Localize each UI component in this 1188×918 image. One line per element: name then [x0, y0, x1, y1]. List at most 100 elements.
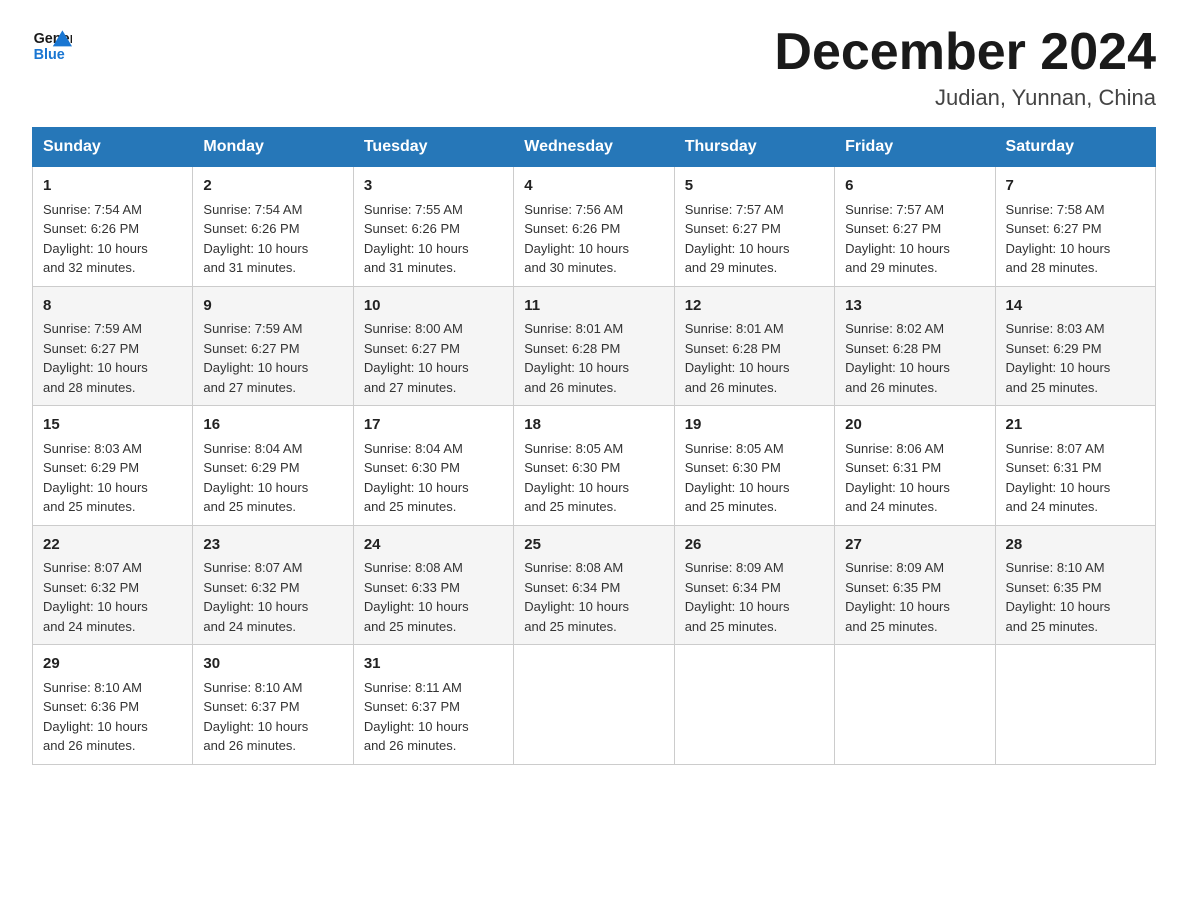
day-info: Sunrise: 8:01 AMSunset: 6:28 PMDaylight:…	[685, 319, 824, 397]
day-number: 9	[203, 295, 342, 318]
calendar-cell: 23Sunrise: 8:07 AMSunset: 6:32 PMDayligh…	[193, 525, 353, 645]
day-number: 29	[43, 653, 182, 676]
day-info: Sunrise: 8:10 AMSunset: 6:37 PMDaylight:…	[203, 678, 342, 756]
day-info: Sunrise: 7:57 AMSunset: 6:27 PMDaylight:…	[845, 200, 984, 278]
calendar-body: 1Sunrise: 7:54 AMSunset: 6:26 PMDaylight…	[33, 167, 1156, 765]
day-number: 19	[685, 414, 824, 437]
day-number: 5	[685, 175, 824, 198]
day-info: Sunrise: 7:57 AMSunset: 6:27 PMDaylight:…	[685, 200, 824, 278]
calendar-cell: 17Sunrise: 8:04 AMSunset: 6:30 PMDayligh…	[353, 406, 513, 526]
day-info: Sunrise: 8:08 AMSunset: 6:33 PMDaylight:…	[364, 558, 503, 636]
calendar-cell: 16Sunrise: 8:04 AMSunset: 6:29 PMDayligh…	[193, 406, 353, 526]
day-number: 1	[43, 175, 182, 198]
day-number: 28	[1006, 534, 1145, 557]
calendar-cell: 21Sunrise: 8:07 AMSunset: 6:31 PMDayligh…	[995, 406, 1155, 526]
day-info: Sunrise: 8:09 AMSunset: 6:34 PMDaylight:…	[685, 558, 824, 636]
day-info: Sunrise: 7:59 AMSunset: 6:27 PMDaylight:…	[203, 319, 342, 397]
day-number: 14	[1006, 295, 1145, 318]
calendar-week-row: 22Sunrise: 8:07 AMSunset: 6:32 PMDayligh…	[33, 525, 1156, 645]
logo-icon: General Blue	[32, 24, 72, 64]
day-info: Sunrise: 8:07 AMSunset: 6:32 PMDaylight:…	[203, 558, 342, 636]
day-number: 3	[364, 175, 503, 198]
calendar-cell: 28Sunrise: 8:10 AMSunset: 6:35 PMDayligh…	[995, 525, 1155, 645]
day-number: 25	[524, 534, 663, 557]
day-number: 17	[364, 414, 503, 437]
calendar-cell: 29Sunrise: 8:10 AMSunset: 6:36 PMDayligh…	[33, 645, 193, 765]
header-saturday: Saturday	[995, 128, 1155, 167]
day-info: Sunrise: 8:02 AMSunset: 6:28 PMDaylight:…	[845, 319, 984, 397]
svg-text:Blue: Blue	[34, 47, 65, 63]
day-number: 10	[364, 295, 503, 318]
calendar-cell: 30Sunrise: 8:10 AMSunset: 6:37 PMDayligh…	[193, 645, 353, 765]
day-number: 13	[845, 295, 984, 318]
day-info: Sunrise: 7:58 AMSunset: 6:27 PMDaylight:…	[1006, 200, 1145, 278]
calendar-cell: 18Sunrise: 8:05 AMSunset: 6:30 PMDayligh…	[514, 406, 674, 526]
calendar-cell: 2Sunrise: 7:54 AMSunset: 6:26 PMDaylight…	[193, 167, 353, 287]
day-info: Sunrise: 8:10 AMSunset: 6:36 PMDaylight:…	[43, 678, 182, 756]
day-number: 27	[845, 534, 984, 557]
day-number: 24	[364, 534, 503, 557]
calendar-cell: 20Sunrise: 8:06 AMSunset: 6:31 PMDayligh…	[835, 406, 995, 526]
day-number: 2	[203, 175, 342, 198]
day-number: 16	[203, 414, 342, 437]
calendar-cell: 3Sunrise: 7:55 AMSunset: 6:26 PMDaylight…	[353, 167, 513, 287]
calendar-cell: 6Sunrise: 7:57 AMSunset: 6:27 PMDaylight…	[835, 167, 995, 287]
calendar-week-row: 1Sunrise: 7:54 AMSunset: 6:26 PMDaylight…	[33, 167, 1156, 287]
day-info: Sunrise: 8:04 AMSunset: 6:29 PMDaylight:…	[203, 439, 342, 517]
day-number: 22	[43, 534, 182, 557]
calendar-cell	[995, 645, 1155, 765]
day-number: 26	[685, 534, 824, 557]
header-wednesday: Wednesday	[514, 128, 674, 167]
day-info: Sunrise: 8:05 AMSunset: 6:30 PMDaylight:…	[524, 439, 663, 517]
day-info: Sunrise: 8:07 AMSunset: 6:32 PMDaylight:…	[43, 558, 182, 636]
calendar-cell: 26Sunrise: 8:09 AMSunset: 6:34 PMDayligh…	[674, 525, 834, 645]
calendar-cell	[835, 645, 995, 765]
day-info: Sunrise: 7:56 AMSunset: 6:26 PMDaylight:…	[524, 200, 663, 278]
day-number: 11	[524, 295, 663, 318]
header-tuesday: Tuesday	[353, 128, 513, 167]
page-header: General Blue December 2024 Judian, Yunna…	[32, 24, 1156, 111]
day-number: 15	[43, 414, 182, 437]
day-number: 20	[845, 414, 984, 437]
calendar-cell	[514, 645, 674, 765]
day-info: Sunrise: 8:06 AMSunset: 6:31 PMDaylight:…	[845, 439, 984, 517]
day-number: 30	[203, 653, 342, 676]
day-info: Sunrise: 7:54 AMSunset: 6:26 PMDaylight:…	[43, 200, 182, 278]
title-area: December 2024 Judian, Yunnan, China	[774, 24, 1156, 111]
day-info: Sunrise: 7:59 AMSunset: 6:27 PMDaylight:…	[43, 319, 182, 397]
day-info: Sunrise: 8:11 AMSunset: 6:37 PMDaylight:…	[364, 678, 503, 756]
day-number: 4	[524, 175, 663, 198]
day-number: 8	[43, 295, 182, 318]
calendar-cell: 15Sunrise: 8:03 AMSunset: 6:29 PMDayligh…	[33, 406, 193, 526]
header-thursday: Thursday	[674, 128, 834, 167]
calendar-cell: 10Sunrise: 8:00 AMSunset: 6:27 PMDayligh…	[353, 286, 513, 406]
calendar-week-row: 15Sunrise: 8:03 AMSunset: 6:29 PMDayligh…	[33, 406, 1156, 526]
calendar-cell: 8Sunrise: 7:59 AMSunset: 6:27 PMDaylight…	[33, 286, 193, 406]
calendar-week-row: 29Sunrise: 8:10 AMSunset: 6:36 PMDayligh…	[33, 645, 1156, 765]
day-info: Sunrise: 8:03 AMSunset: 6:29 PMDaylight:…	[1006, 319, 1145, 397]
calendar-cell: 19Sunrise: 8:05 AMSunset: 6:30 PMDayligh…	[674, 406, 834, 526]
calendar-cell: 12Sunrise: 8:01 AMSunset: 6:28 PMDayligh…	[674, 286, 834, 406]
calendar-cell: 13Sunrise: 8:02 AMSunset: 6:28 PMDayligh…	[835, 286, 995, 406]
calendar-cell: 22Sunrise: 8:07 AMSunset: 6:32 PMDayligh…	[33, 525, 193, 645]
day-info: Sunrise: 8:00 AMSunset: 6:27 PMDaylight:…	[364, 319, 503, 397]
calendar-header-row: Sunday Monday Tuesday Wednesday Thursday…	[33, 128, 1156, 167]
day-number: 12	[685, 295, 824, 318]
calendar-cell: 31Sunrise: 8:11 AMSunset: 6:37 PMDayligh…	[353, 645, 513, 765]
day-info: Sunrise: 8:04 AMSunset: 6:30 PMDaylight:…	[364, 439, 503, 517]
day-number: 6	[845, 175, 984, 198]
calendar-week-row: 8Sunrise: 7:59 AMSunset: 6:27 PMDaylight…	[33, 286, 1156, 406]
calendar-cell: 25Sunrise: 8:08 AMSunset: 6:34 PMDayligh…	[514, 525, 674, 645]
day-info: Sunrise: 7:55 AMSunset: 6:26 PMDaylight:…	[364, 200, 503, 278]
day-number: 31	[364, 653, 503, 676]
calendar-title: December 2024	[774, 24, 1156, 81]
day-info: Sunrise: 7:54 AMSunset: 6:26 PMDaylight:…	[203, 200, 342, 278]
calendar-cell: 27Sunrise: 8:09 AMSunset: 6:35 PMDayligh…	[835, 525, 995, 645]
header-friday: Friday	[835, 128, 995, 167]
day-number: 21	[1006, 414, 1145, 437]
calendar-cell: 7Sunrise: 7:58 AMSunset: 6:27 PMDaylight…	[995, 167, 1155, 287]
day-info: Sunrise: 8:01 AMSunset: 6:28 PMDaylight:…	[524, 319, 663, 397]
calendar-cell	[674, 645, 834, 765]
day-info: Sunrise: 8:03 AMSunset: 6:29 PMDaylight:…	[43, 439, 182, 517]
logo: General Blue	[32, 24, 76, 64]
